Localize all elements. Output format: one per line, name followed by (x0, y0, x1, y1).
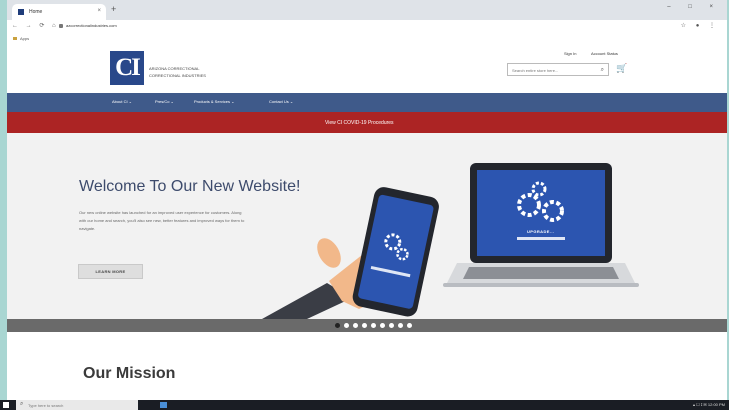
slider-dot[interactable] (389, 323, 394, 328)
logo-mark: CI (110, 51, 144, 85)
site-logo[interactable]: CI ARIZONA CORRECTIONAL CORRECTIONAL IND… (110, 51, 230, 85)
slider-dot[interactable] (407, 323, 412, 328)
slider-dot[interactable] (398, 323, 403, 328)
alert-text: View CI COVID-19 Procedures (325, 120, 394, 126)
site-header: CI ARIZONA CORRECTIONAL CORRECTIONAL IND… (7, 43, 727, 93)
url-text: azcorrectionalindustries.com (66, 23, 117, 28)
slider-dot[interactable] (353, 323, 358, 328)
hero-title: Welcome To Our New Website! (79, 178, 301, 195)
address-bar[interactable]: azcorrectionalindustries.com (59, 23, 117, 28)
search-icon[interactable]: ⌕ (601, 67, 604, 74)
new-tab-button[interactable]: + (111, 4, 116, 14)
browser-window: Home × + – □ × ← → ⟳ ⌂ azcorrectionalind… (7, 0, 727, 410)
windows-start-icon[interactable] (3, 402, 9, 408)
system-tray[interactable]: ▴ ☐ ⟟ ✉ 12:00 PM (693, 402, 725, 407)
slider-dot[interactable] (335, 323, 340, 328)
search-placeholder: Search entire store here... (512, 68, 559, 73)
mission-title: Our Mission (83, 365, 176, 382)
bookmark-apps[interactable]: Apps (20, 36, 29, 41)
search-input[interactable]: Search entire store here... ⌕ (507, 63, 609, 76)
close-tab-icon[interactable]: × (97, 8, 101, 14)
nav-item-products[interactable]: Products & Services ⌄ (194, 99, 234, 104)
tab-title: Home (29, 9, 43, 15)
nav-buttons[interactable]: ← → ⟳ ⌂ (12, 22, 59, 29)
slider-dot[interactable] (344, 323, 349, 328)
mission-section: Our Mission (7, 332, 727, 398)
toolbar-icons[interactable]: ☆ ● ⋮ (681, 22, 719, 29)
sign-in-link[interactable]: Sign In (564, 51, 576, 56)
nav-item-pres[interactable]: Pres/Co ⌄ (155, 99, 174, 104)
taskbar-search-input[interactable]: ⌕ Type here to search (16, 400, 138, 410)
nav-item-about[interactable]: About CI ⌄ (112, 99, 132, 104)
slider-dot[interactable] (371, 323, 376, 328)
learn-more-button[interactable]: LEARN MORE (78, 264, 143, 279)
browser-toolbar: ← → ⟳ ⌂ azcorrectionalindustries.com ☆ ●… (7, 20, 727, 34)
nav-item-contact[interactable]: Contact Us ⌄ (269, 99, 293, 104)
account-link[interactable]: Account Status (591, 51, 618, 56)
taskbar-app-icon[interactable] (160, 402, 167, 408)
covid-alert-banner[interactable]: View CI COVID-19 Procedures (7, 112, 727, 133)
lock-icon (59, 23, 63, 28)
taskbar-search-placeholder: Type here to search (28, 403, 64, 408)
os-taskbar: ⌕ Type here to search ▴ ☐ ⟟ ✉ 12:00 PM (0, 400, 729, 410)
laptop-upgrade-label: UPGRADE... (527, 229, 555, 234)
browser-tab[interactable]: Home × (12, 4, 106, 20)
browser-tab-bar: Home × + – □ × (7, 0, 727, 20)
logo-text-line2: CORRECTIONAL INDUSTRIES (149, 73, 206, 78)
main-nav: About CI ⌄ Pres/Co ⌄ Products & Services… (7, 93, 727, 112)
apps-icon (13, 37, 17, 40)
slider-pagination (7, 319, 727, 332)
slider-dot[interactable] (362, 323, 367, 328)
favicon-icon (18, 9, 24, 15)
taskbar-search-icon: ⌕ (20, 401, 24, 407)
hero-description: Our new online website has launched for … (79, 210, 245, 231)
bookmarks-bar: Apps (7, 34, 727, 43)
window-controls[interactable]: – □ × (667, 4, 721, 10)
slider-dot[interactable] (380, 323, 385, 328)
cart-icon[interactable]: 🛒 (616, 63, 627, 74)
logo-text-line1: ARIZONA CORRECTIONAL (149, 66, 200, 71)
hero-slide: Welcome To Our New Website! Our new onli… (7, 133, 727, 319)
